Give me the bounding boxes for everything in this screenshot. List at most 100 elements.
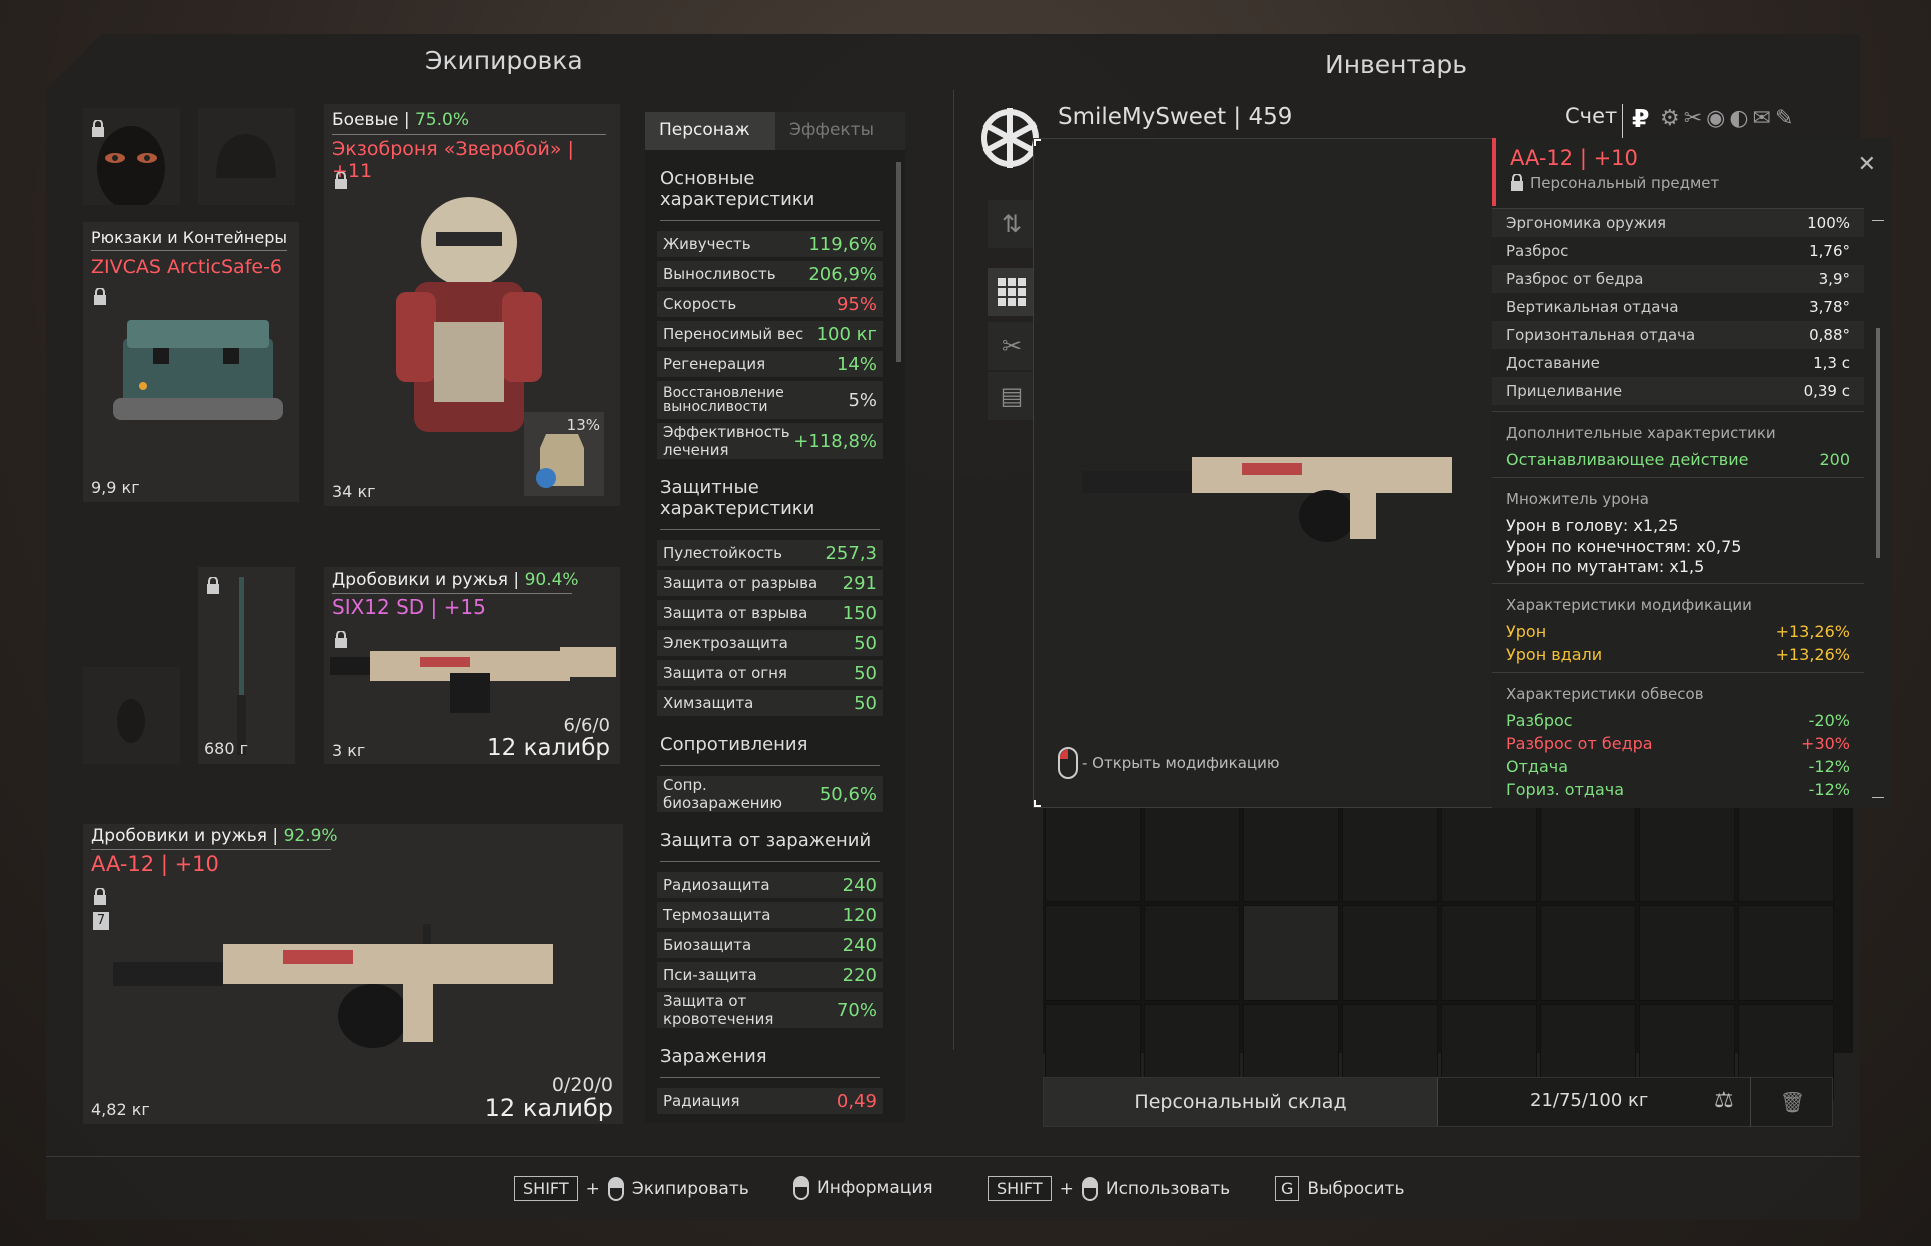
weapon-stat-label: Горизонтальная отдача <box>1506 326 1696 344</box>
weapon2-category: Дробовики и ружья <box>91 826 268 846</box>
secondary-weapon-slot[interactable]: Дробовики и ружья | 92.9% AA-12 | +10 7 … <box>83 824 623 1124</box>
inventory-cell[interactable] <box>1144 806 1240 902</box>
mouse-icon <box>793 1176 809 1200</box>
stat-label: Выносливость <box>663 265 776 283</box>
melee-slot[interactable]: 680 г <box>198 567 295 764</box>
mod-stats-title: Характеристики модификации <box>1506 596 1752 614</box>
inventory-cell[interactable] <box>1342 806 1438 902</box>
stat-label: Радиация <box>663 1092 740 1110</box>
attachment-stat-value: -20% <box>1808 711 1850 730</box>
backpack-slot[interactable]: Рюкзаки и Контейнеры ZIVCAS ArcticSafe-6… <box>83 222 299 502</box>
divider <box>953 90 954 1050</box>
stat-row: Защита от разрыва 291 <box>657 570 883 596</box>
weapon2-weight: 4,82 кг <box>91 1100 150 1119</box>
weapon2-caliber: 12 калибр <box>484 1094 613 1122</box>
grenade-slot[interactable] <box>83 667 180 764</box>
stat-label: Живучесть <box>663 235 751 253</box>
backpack-weight: 9,9 кг <box>91 478 140 497</box>
stat-label: Защита от разрыва <box>663 574 818 592</box>
sort-tool[interactable]: ⇅ <box>988 200 1036 248</box>
six12-shotgun-icon <box>330 647 616 713</box>
container-icon <box>113 320 283 420</box>
weapon-stat-row: Вертикальная отдача 3,78° <box>1492 293 1864 321</box>
inventory-cell[interactable] <box>1045 905 1141 1001</box>
tab-effects[interactable]: Эффекты <box>775 112 905 150</box>
inventory-cell[interactable] <box>1639 806 1735 902</box>
plate-percent: 13% <box>566 416 600 434</box>
inventory-cell[interactable] <box>1540 905 1636 1001</box>
inventory-cell[interactable] <box>1738 905 1834 1001</box>
stat-value: 0,49 <box>836 1090 877 1112</box>
grenade-icon <box>117 699 145 743</box>
lock-icon <box>1511 174 1523 191</box>
stat-value: +118,8% <box>793 430 877 452</box>
armor-plate-slot[interactable]: 13% <box>524 412 604 496</box>
wrench-icon: ✂ <box>1001 332 1023 360</box>
archive-tool[interactable]: ▤ <box>988 372 1036 420</box>
stat-value: 14% <box>836 353 877 375</box>
drop-hint: Выбросить <box>1307 1178 1405 1199</box>
inventory-cell[interactable] <box>1639 905 1735 1001</box>
stat-label: Сопр. биозаражению <box>663 776 782 812</box>
inventory-cell[interactable] <box>1441 905 1537 1001</box>
extra-value: 200 <box>1819 450 1850 469</box>
inventory-cell[interactable] <box>1045 806 1141 902</box>
stats-scrollbar[interactable] <box>896 162 901 362</box>
stat-value: 70% <box>836 999 877 1021</box>
repair-tool[interactable]: ✂ <box>988 322 1036 370</box>
stat-value: 257,3 <box>825 542 877 564</box>
helmet-slot[interactable] <box>198 108 295 205</box>
attach-stats-title: Характеристики обвесов <box>1506 685 1704 703</box>
info-hint: Информация <box>817 1178 933 1198</box>
grid-icon <box>998 278 1026 306</box>
stat-label: Защита от кровотечения <box>663 992 774 1028</box>
weapon-stat-label: Разброс от бедра <box>1506 270 1644 288</box>
section-title-contam: Защита от заражений <box>660 830 880 862</box>
inventory-cell[interactable] <box>1342 905 1438 1001</box>
open-mod-hint: - Открыть модификацию <box>1082 754 1280 772</box>
item-subtitle: Персональный предмет <box>1530 174 1720 192</box>
inventory-cell[interactable] <box>1144 905 1240 1001</box>
inventory-cell[interactable] <box>1243 905 1339 1001</box>
weight-icon: ⚖ <box>1714 1088 1734 1113</box>
ruble-icon[interactable]: ₽ <box>1632 104 1649 133</box>
stat-value: 150 <box>842 602 877 624</box>
currency-icons[interactable]: ⚙✂◉◐✉✎ <box>1660 106 1797 131</box>
weapon-stat-label: Разброс <box>1506 242 1569 260</box>
inventory-header: Инвентарь <box>1325 50 1467 79</box>
stat-value: 5% <box>848 389 877 411</box>
stat-value: 50,6% <box>819 783 877 805</box>
attachment-stat-label: Разброс от бедра <box>1506 734 1653 753</box>
mask-slot[interactable] <box>83 108 180 205</box>
mod-damage-label: Урон <box>1506 622 1547 641</box>
section-title-infect: Заражения <box>660 1046 880 1078</box>
stat-label: Скорость <box>663 295 737 313</box>
inventory-cell[interactable] <box>1540 806 1636 902</box>
stat-row: Радиация 0,49 <box>657 1088 883 1114</box>
close-icon[interactable]: ✕ <box>1858 152 1876 177</box>
inventory-cell[interactable] <box>1441 806 1537 902</box>
inventory-cell[interactable] <box>1243 806 1339 902</box>
grid-view-tool[interactable] <box>988 268 1036 316</box>
armor-category: Боевые <box>332 110 399 130</box>
armor-slot[interactable]: Боевые | 75.0% Экзоброня «Зверобой» | +1… <box>324 104 620 506</box>
damage-mult-title: Множитель урона <box>1506 490 1649 508</box>
detail-scrollbar[interactable] <box>1872 208 1884 808</box>
mod-range-value: +13,26% <box>1775 645 1850 664</box>
weapon-stat-row: Прицеливание 0,39 с <box>1492 377 1864 405</box>
mouse-icon <box>1081 1176 1098 1201</box>
primary-weapon-slot[interactable]: Дробовики и ружья | 90.4% SIX12 SD | +15… <box>324 567 620 764</box>
inventory-cell[interactable] <box>1738 806 1834 902</box>
lock-icon <box>207 577 219 594</box>
attachment-stat-row: Гориз. отдача -12% <box>1506 778 1850 801</box>
trash-icon[interactable]: 🗑 <box>1750 1077 1834 1127</box>
tab-character[interactable]: Персонаж <box>645 112 775 150</box>
stat-row: Восстановление выносливости 5% <box>657 381 883 419</box>
player-name: SmileMySweet | 459 <box>1058 104 1293 130</box>
weapon-stat-value: 1,3 с <box>1813 354 1850 372</box>
shift-key: SHIFT <box>514 1176 578 1201</box>
stat-value: 240 <box>842 874 877 896</box>
stat-value: 206,9% <box>808 263 877 285</box>
stat-row: Защита от огня 50 <box>657 660 883 686</box>
personal-storage-button[interactable]: Персональный склад <box>1044 1078 1438 1126</box>
